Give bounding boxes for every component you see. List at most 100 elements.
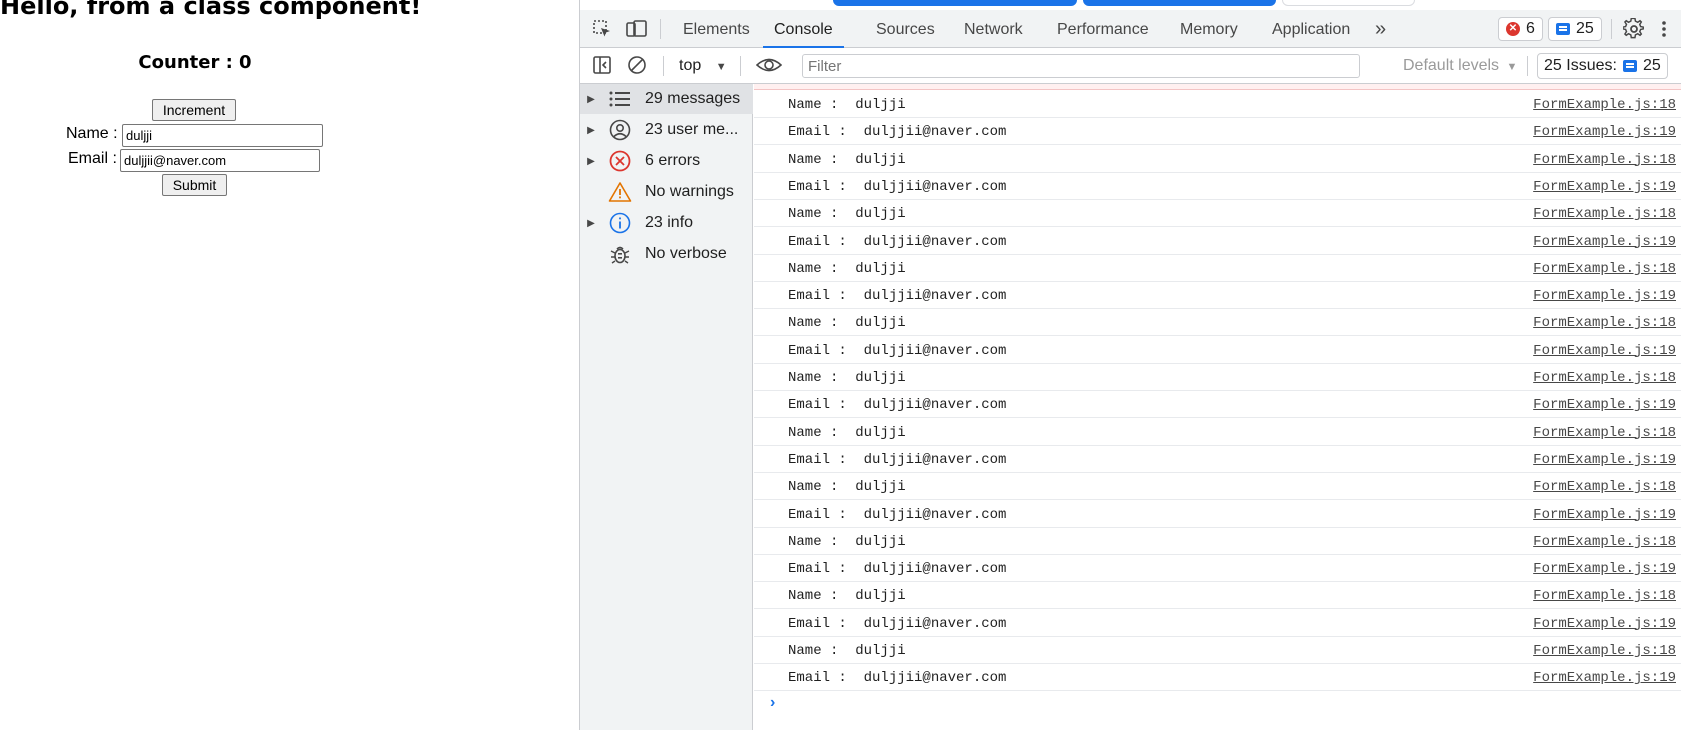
context-value: top: [679, 57, 702, 74]
sidebar-item-errors[interactable]: ▶ 6 errors: [580, 146, 753, 176]
live-expression-eye-icon[interactable]: [755, 55, 783, 75]
more-options-icon[interactable]: [1661, 19, 1671, 39]
info-icon: [607, 212, 633, 234]
sidebar-item-messages[interactable]: ▶ 29 messages: [580, 84, 753, 114]
log-message: Name : duljji: [788, 315, 906, 332]
console-log-row: Email : duljjii@naver.com FormExample.js:…: [754, 610, 1681, 637]
submit-button[interactable]: Submit: [162, 174, 227, 196]
log-source-link[interactable]: FormExample.js:18: [1533, 315, 1676, 331]
expand-arrow-icon[interactable]: ▶: [580, 156, 602, 167]
context-selector[interactable]: top ▼: [679, 54, 727, 78]
console-log-row: Name : duljji FormExample.js:18: [754, 309, 1681, 337]
browser-button[interactable]: [1282, 0, 1415, 6]
log-source-link[interactable]: FormExample.js:18: [1533, 534, 1676, 550]
log-source-link[interactable]: FormExample.js:18: [1533, 425, 1676, 441]
tab-memory[interactable]: Memory: [1180, 10, 1238, 48]
more-tabs-icon[interactable]: »: [1375, 18, 1386, 41]
log-source-link[interactable]: FormExample.js:18: [1533, 206, 1676, 222]
tab-application[interactable]: Application: [1272, 10, 1350, 48]
tab-sources[interactable]: Sources: [876, 10, 935, 48]
toolbar-divider: [660, 19, 661, 39]
log-source-link[interactable]: FormExample.js:18: [1533, 588, 1676, 604]
message-counter[interactable]: 25: [1548, 17, 1602, 41]
log-message: Email : duljjii@naver.com: [788, 233, 1007, 250]
app-page: Hello, from a class component! Counter :…: [0, 0, 580, 730]
sidebar-item-label: 23 info: [645, 214, 694, 231]
log-source-link[interactable]: FormExample.js:18: [1533, 261, 1676, 277]
console-log-row: Name : duljji FormExample.js:18: [754, 528, 1681, 555]
console-log-row: Email : duljjii@naver.com FormExample.js:…: [754, 173, 1681, 200]
sidebar-item-info[interactable]: ▶ 23 info: [580, 208, 753, 238]
log-message: Name : duljji: [788, 588, 906, 605]
page-title: Hello, from a class component!: [0, 0, 422, 20]
sidebar-item-label: No verbose: [645, 245, 727, 262]
console-sidebar: ▶ 29 messages ▶ 23 user me... ▶ 6 errors…: [580, 84, 753, 730]
expand-arrow-icon[interactable]: ▶: [580, 218, 602, 229]
log-source-link[interactable]: FormExample.js:19: [1533, 616, 1676, 632]
log-levels-dropdown[interactable]: Default levels ▼: [1403, 54, 1517, 78]
sidebar-item-user-messages[interactable]: ▶ 23 user me...: [580, 115, 753, 145]
error-counter[interactable]: ✕ 6: [1498, 17, 1543, 41]
console-toolbar: top ▼ Default levels ▼ 25 Issues: 25: [580, 48, 1681, 84]
log-source-link[interactable]: FormExample.js:19: [1533, 561, 1676, 577]
inspect-element-icon[interactable]: [592, 19, 612, 39]
sidebar-item-label: 6 errors: [645, 152, 701, 169]
sidebar-item-label: 23 user me...: [645, 121, 739, 138]
expand-arrow-icon[interactable]: ▶: [580, 125, 602, 136]
console-log-row: Name : duljji FormExample.js:18: [754, 91, 1681, 118]
sidebar-toggle-icon[interactable]: [592, 55, 612, 75]
sidebar-item-warnings[interactable]: ▶ No warnings: [580, 177, 753, 207]
console-log-row: Email : duljjii@naver.com FormExample.js:…: [754, 228, 1681, 255]
log-source-link[interactable]: FormExample.js:18: [1533, 152, 1676, 168]
browser-button[interactable]: [1083, 0, 1276, 6]
log-source-link[interactable]: FormExample.js:18: [1533, 97, 1676, 113]
devtools-panel: Elements Console Sources Network Perform…: [579, 0, 1681, 730]
log-source-link[interactable]: FormExample.js:19: [1533, 234, 1676, 250]
warning-icon: [607, 181, 633, 203]
bug-icon: [607, 243, 633, 265]
log-source-link[interactable]: FormExample.js:19: [1533, 670, 1676, 686]
issues-button[interactable]: 25 Issues: 25: [1537, 53, 1668, 79]
toolbar-divider: [740, 56, 741, 76]
error-icon: ✕: [1506, 22, 1520, 36]
log-source-link[interactable]: FormExample.js:19: [1533, 179, 1676, 195]
log-source-link[interactable]: FormExample.js:19: [1533, 288, 1676, 304]
log-source-link[interactable]: FormExample.js:18: [1533, 370, 1676, 386]
increment-button[interactable]: Increment: [152, 99, 236, 121]
sidebar-item-label: 29 messages: [645, 90, 741, 107]
log-message: Name : duljji: [788, 533, 906, 550]
tab-network[interactable]: Network: [964, 10, 1023, 48]
console-log-row: Email : duljjii@naver.com FormExample.js:…: [754, 337, 1681, 364]
log-message: Email : duljjii@naver.com: [788, 561, 1007, 578]
message-count: 25: [1576, 20, 1594, 37]
log-source-link[interactable]: FormExample.js:19: [1533, 343, 1676, 359]
console-prompt-chevron-icon[interactable]: ›: [770, 694, 775, 712]
error-icon: [607, 150, 633, 172]
message-icon: [1622, 60, 1637, 72]
log-message: Name : duljji: [788, 206, 906, 223]
name-label: Name :: [66, 125, 118, 142]
filter-input[interactable]: [802, 54, 1360, 78]
log-source-link[interactable]: FormExample.js:19: [1533, 452, 1676, 468]
expand-arrow-icon[interactable]: ▶: [580, 94, 602, 105]
name-input[interactable]: [122, 124, 323, 147]
log-source-link[interactable]: FormExample.js:19: [1533, 124, 1676, 140]
log-source-link[interactable]: FormExample.js:19: [1533, 507, 1676, 523]
list-icon: [607, 88, 633, 110]
clear-console-icon[interactable]: [627, 55, 647, 75]
device-toolbar-icon[interactable]: [626, 19, 647, 39]
console-output: Name : duljji FormExample.js:18 Email : du…: [754, 84, 1681, 730]
log-source-link[interactable]: FormExample.js:18: [1533, 479, 1676, 495]
email-input[interactable]: [120, 149, 320, 172]
log-message: Name : duljji: [788, 151, 906, 168]
sidebar-item-verbose[interactable]: ▶ No verbose: [580, 239, 753, 269]
tab-console[interactable]: Console: [763, 10, 844, 48]
console-log-row: Email : duljjii@naver.com FormExample.js:…: [754, 391, 1681, 419]
browser-strip: [580, 0, 1681, 10]
browser-button[interactable]: [833, 0, 1077, 6]
tab-performance[interactable]: Performance: [1057, 10, 1149, 48]
log-source-link[interactable]: FormExample.js:19: [1533, 397, 1676, 413]
tab-elements[interactable]: Elements: [683, 10, 750, 48]
settings-gear-icon[interactable]: [1622, 17, 1644, 39]
log-source-link[interactable]: FormExample.js:18: [1533, 643, 1676, 659]
